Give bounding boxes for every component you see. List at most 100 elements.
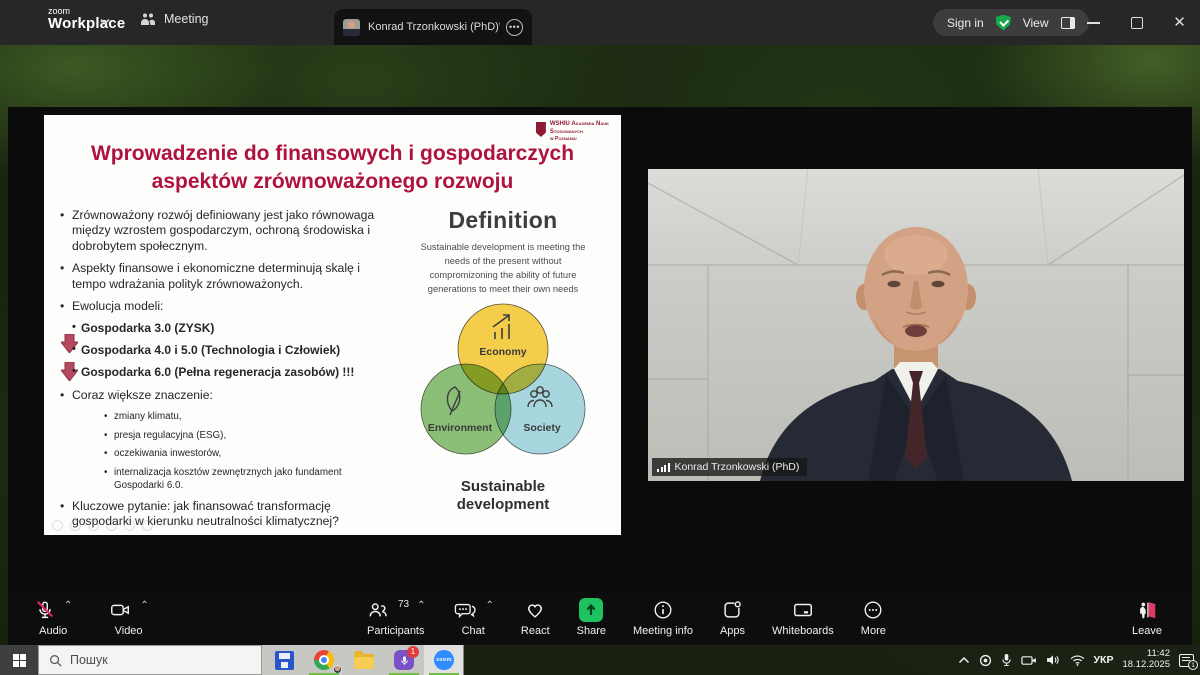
clock[interactable]: 11:42 18.12.2025 [1122,649,1170,671]
react-button[interactable]: React [521,597,550,637]
system-tray: УКР 11:42 18.12.2025 1 [958,645,1195,675]
meeting-content-area: WSHIU Akademia Nauk Stosowanych w Poznan… [8,107,1192,645]
action-center-icon[interactable]: 1 [1179,654,1194,667]
more-button[interactable]: More [861,597,886,637]
participants-button[interactable]: 73 ⌃ Participants [366,597,426,637]
presenter-avatar [343,19,360,36]
info-icon [652,599,674,621]
participants-chevron-up[interactable]: ⌃ [417,600,425,611]
leave-button[interactable]: Leave [1132,597,1162,637]
security-shield-icon[interactable] [996,15,1011,31]
viber-icon: 1 [394,650,414,670]
meeting-tab-label: Meeting [164,12,208,26]
sustainability-venn-diagram: Economy Environment Society [400,299,606,471]
view-layout-icon[interactable] [1061,17,1075,29]
model-item: Gospodarka 4.0 i 5.0 (Technologia i Czło… [72,343,392,358]
language-indicator[interactable]: УКР [1094,654,1114,666]
share-button[interactable]: Share [577,597,606,637]
brand-workplace-text: Workplace [48,15,125,32]
record-icon[interactable] [979,654,992,667]
tray-wifi-icon[interactable] [1070,655,1085,666]
slide-bullet: Aspekty finansowe i ekonomiczne determin… [58,261,392,292]
camera-icon [108,599,132,621]
close-button[interactable]: ✕ [1173,16,1186,29]
taskbar-app-commander[interactable] [264,645,304,675]
zoom-app-icon: zoom [434,650,454,670]
tab-options-ellipsis-icon[interactable]: ••• [506,19,523,36]
video-button[interactable]: ⌃ Video [108,597,148,637]
audio-button[interactable]: ⌃ Audio [34,597,72,637]
search-placeholder: Пошук [70,653,108,667]
speaker-video-tile[interactable]: Konrad Trzonkowski (PhD) [648,169,1184,481]
zoom-meeting-screen: zoom Workplace Meeting Konrad Trzonkowsk… [0,0,1200,675]
tab-meeting[interactable]: Meeting [140,12,208,26]
logo-line1: WSHIU Akademia Nauk [550,121,609,129]
whiteboards-button[interactable]: Whiteboards [772,597,834,637]
university-crest-icon [536,122,546,137]
tray-date: 18.12.2025 [1122,660,1170,671]
search-icon [49,654,62,667]
participant-name-tag: Konrad Trzonkowski (PhD) [652,458,807,476]
venn-caption: Sustainable development [448,478,558,514]
taskbar-app-viber[interactable]: 1 [384,645,424,675]
view-button[interactable]: View [1023,16,1049,30]
video-chevron-up[interactable]: ⌃ [140,600,148,611]
maximize-button[interactable] [1130,16,1143,29]
chat-chevron-up[interactable]: ⌃ [486,600,494,611]
tab-screen-share[interactable]: Konrad Trzonkowski (PhD)'s scree ••• [334,9,532,45]
definition-text: Sustainable development is meeting the n… [414,241,592,297]
floppy-app-icon [275,651,294,670]
tray-camera-icon[interactable] [1021,655,1037,666]
venn-society-label: Society [523,422,561,434]
audio-chevron-up[interactable]: ⌃ [64,600,72,611]
apps-icon [721,599,743,621]
slide-nav-dots[interactable] [52,520,153,531]
slide-bullet: Coraz większe znaczenie: [58,388,392,403]
viber-notification-badge: 1 [407,646,419,658]
taskbar-app-explorer[interactable] [344,645,384,675]
model-item: Gospodarka 6.0 (Pełna regeneracja zasobó… [72,365,392,380]
slide-bullet-column: Zrównoważony rozwój definiowany jest jak… [58,208,392,536]
sub-bullet: oczekiwania inwestorów, [104,447,392,460]
sign-in-button[interactable]: Sign in [947,16,984,30]
definition-panel: Definition Sustainable development is me… [396,207,610,514]
participant-name: Konrad Trzonkowski (PhD) [675,461,800,473]
window-controls: ✕ [1087,0,1186,45]
apps-button[interactable]: Apps [720,597,745,637]
folder-icon [354,654,374,669]
leave-door-icon [1135,599,1159,621]
economy-models-list: Gospodarka 3.0 (ZYSK) Gospodarka 4.0 i 5… [72,321,392,380]
share-screen-icon [579,598,603,622]
sub-bullet: presja regulacyjna (ESG), [104,429,392,442]
tray-speaker-icon[interactable] [1046,654,1061,666]
windows-logo-icon [13,654,26,667]
start-button[interactable] [0,645,38,675]
meeting-people-icon [140,12,156,26]
zoom-toolbar: ⌃ Audio ⌃ Video [8,590,1192,645]
microphone-muted-icon [34,599,56,621]
taskbar-app-zoom[interactable]: zoom [424,645,464,675]
sub-bullet: internalizacja kosztów zewnętrznych jako… [104,466,392,492]
heart-icon [524,599,546,621]
tray-hidden-icons-chevron[interactable] [958,656,970,664]
chrome-icon [314,650,334,670]
tray-microphone-icon[interactable] [1001,653,1012,667]
zoom-workplace-logo: zoom Workplace [48,7,125,33]
definition-title: Definition [396,207,610,234]
logo-line2: Stosowanych [550,129,609,137]
minimize-button[interactable] [1087,16,1100,29]
taskbar-search-input[interactable]: Пошук [38,645,262,675]
chat-button[interactable]: ⌃ Chat [453,597,494,637]
slide-sub-bullets: zmiany klimatu, presja regulacyjna (ESG)… [104,410,392,493]
whiteboard-icon [791,599,815,621]
participants-count: 73 [398,599,409,610]
zoom-titlebar: zoom Workplace Meeting Konrad Trzonkowsk… [0,0,1200,45]
windows-taskbar: Пошук 1 zoom [0,645,1200,675]
workspace-chevron-down-icon[interactable] [100,18,110,25]
more-ellipsis-icon [862,599,884,621]
meeting-info-button[interactable]: Meeting info [633,597,693,637]
taskbar-app-chrome[interactable] [304,645,344,675]
slide-bullet: Ewolucja modeli: [58,299,392,314]
sub-bullet: zmiany klimatu, [104,410,392,423]
shared-presentation-slide: WSHIU Akademia Nauk Stosowanych w Poznan… [44,115,621,535]
